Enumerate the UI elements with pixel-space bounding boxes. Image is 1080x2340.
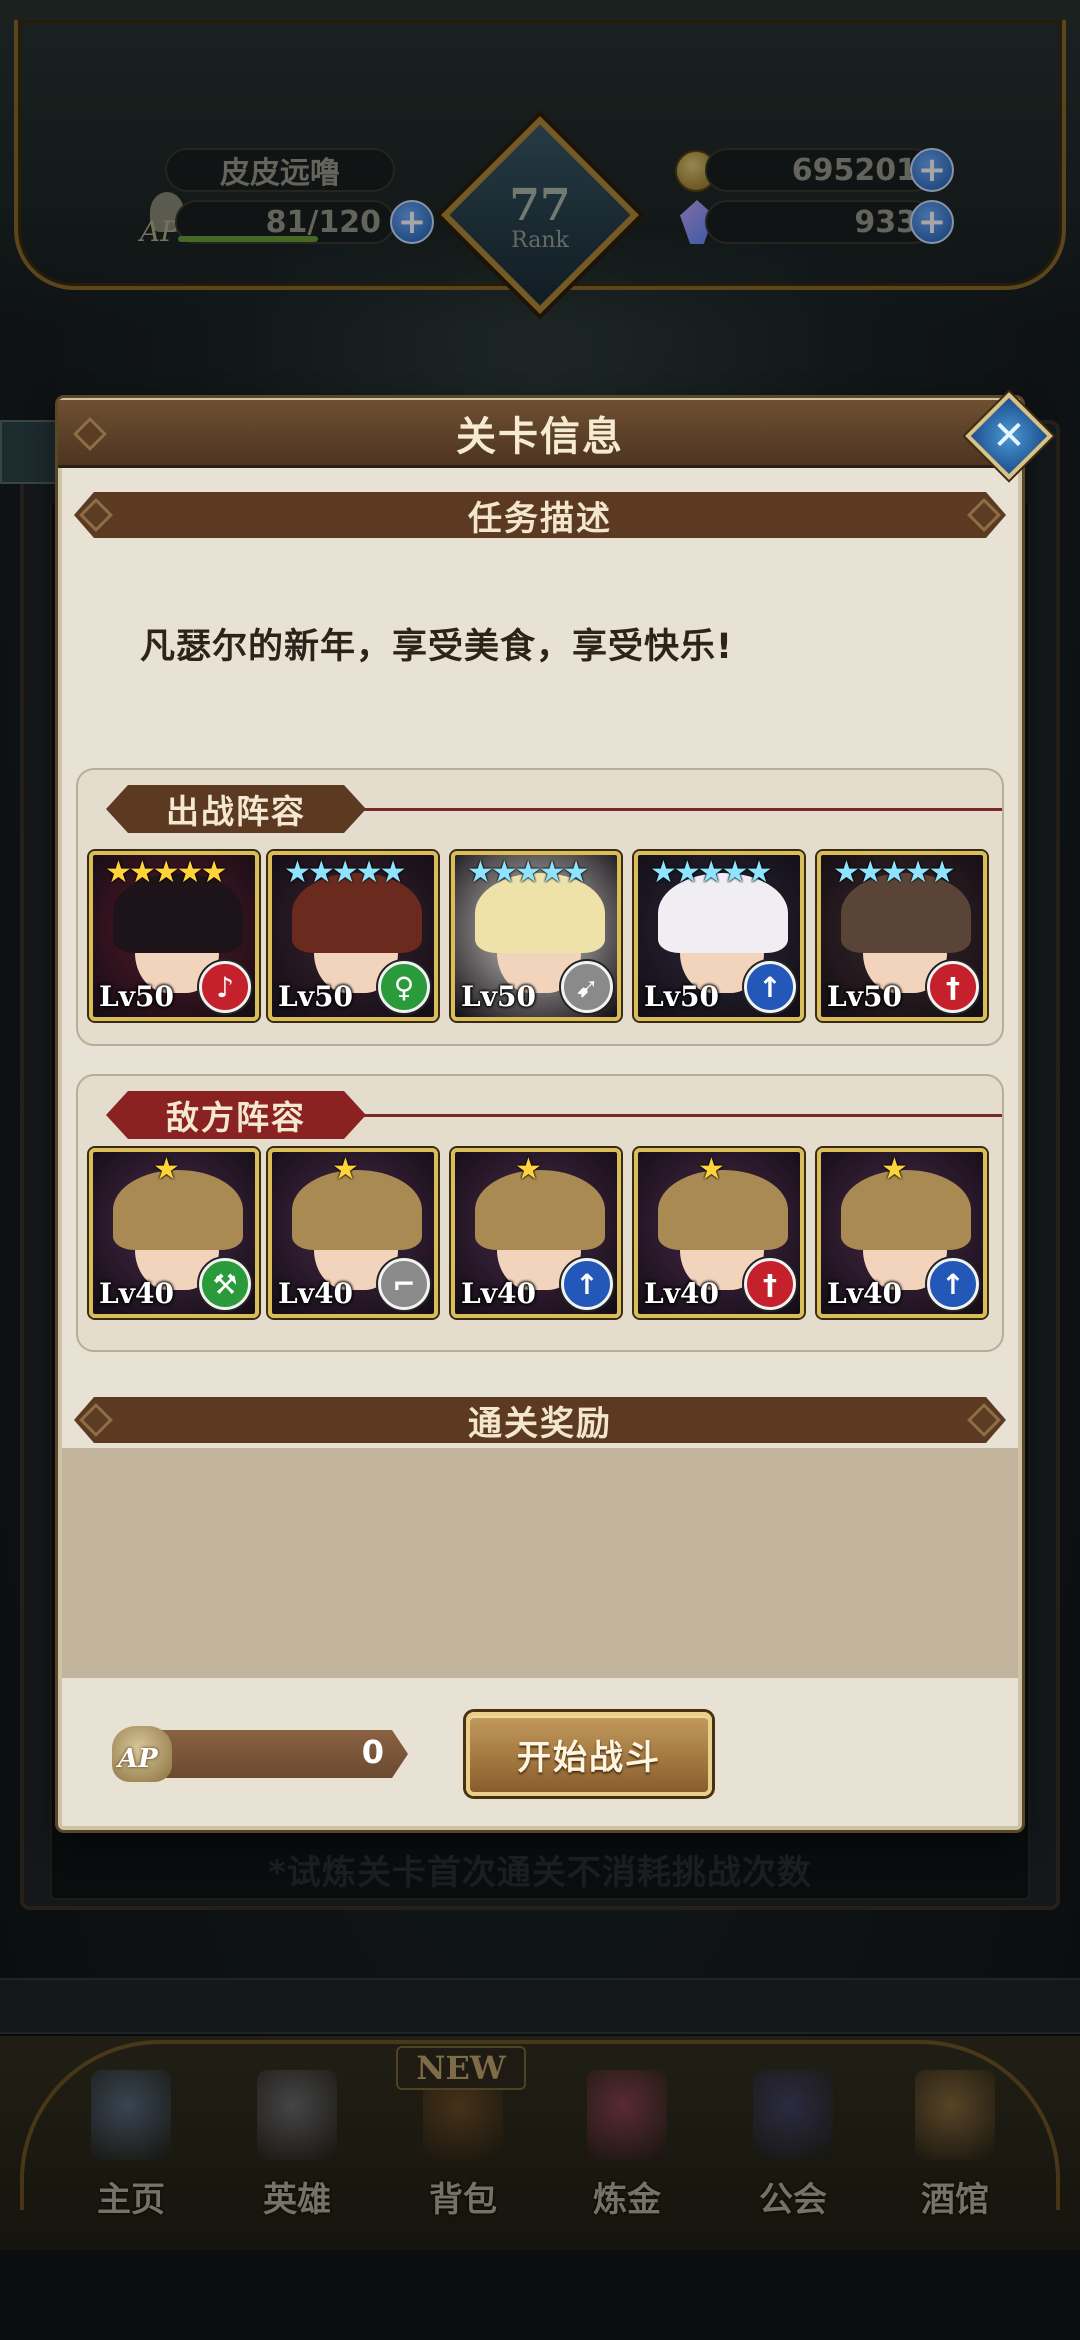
axe-icon: ⚒ [199,1258,251,1310]
enemy-hero-card[interactable]: ★ Lv40 † [634,1148,804,1318]
hero-hair [113,1170,243,1250]
mission-header: 任务描述 [74,492,1006,538]
trial-note: *试炼关卡首次通关不消耗挑战次数 [268,1853,812,1893]
ap-cost-label: AP [118,1744,158,1774]
spear-icon: ↑ [927,1258,979,1310]
sword-icon: † [744,1258,796,1310]
star-rating: ★ [881,1152,908,1187]
hero-level: Lv50 [827,980,902,1013]
ally-hero-card[interactable]: ★★★★★ Lv50 ➹ [451,851,621,1021]
star-rating: ★★★★★ [833,855,955,890]
reward-header: 通关奖励 [74,1397,1006,1443]
star-rating: ★ [515,1152,542,1187]
hero-level: Lv40 [278,1277,353,1310]
hero-hair [292,1170,422,1250]
ally-hero-card[interactable]: ★★★★★ Lv50 ♪ [89,851,259,1021]
star-rating: ★ [332,1152,359,1187]
dialog-title: 关卡信息 [58,400,1022,468]
dialog-title-text: 关卡信息 [456,413,624,460]
start-battle-label: 开始战斗 [517,1737,661,1778]
hero-level: Lv50 [99,980,174,1013]
reward-header-text: 通关奖励 [468,1403,612,1444]
hero-level: Lv50 [461,980,536,1013]
gun-icon: ⌐ [378,1258,430,1310]
star-rating: ★★★★★ [284,855,406,890]
mission-header-text: 任务描述 [468,498,612,539]
enemy-hero-card[interactable]: ★ Lv40 ↑ [451,1148,621,1318]
ally-lineup-header-text: 出战阵容 [166,792,306,831]
system-nav-bar [0,2250,1080,2340]
hero-hair [841,1170,971,1250]
hero-level: Lv40 [827,1277,902,1310]
star-rating: ★ [153,1152,180,1187]
close-icon[interactable]: ✕ [978,405,1040,467]
hero-hair [475,1170,605,1250]
bow-icon: ➹ [561,961,613,1013]
enemy-lineup-header-text: 敌方阵容 [166,1098,306,1137]
star-rating: ★★★★★ [105,855,227,890]
mission-description: 凡瑟尔的新年，享受美食，享受快乐! [140,627,733,667]
enemy-hero-card[interactable]: ★ Lv40 ↑ [817,1148,987,1318]
staff-icon: ♀ [378,961,430,1013]
hero-level: Lv40 [461,1277,536,1310]
star-rating: ★★★★★ [650,855,772,890]
hero-level: Lv40 [99,1277,174,1310]
ally-hero-card[interactable]: ★★★★★ Lv50 ♀ [268,851,438,1021]
spear-icon: ↑ [744,961,796,1013]
start-battle-button[interactable]: 开始战斗 [466,1712,712,1796]
ally-hero-card[interactable]: ★★★★★ Lv50 ↑ [634,851,804,1021]
star-rating: ★★★★★ [467,855,589,890]
hero-level: Lv50 [278,980,353,1013]
ally-lineup-header: 出战阵容 [106,785,366,833]
harp-icon: ♪ [199,961,251,1013]
enemy-lineup-header: 敌方阵容 [106,1091,366,1139]
star-rating: ★ [698,1152,725,1187]
spear-icon: ↑ [561,1258,613,1310]
enemy-hero-card[interactable]: ★ Lv40 ⌐ [268,1148,438,1318]
ally-hero-card[interactable]: ★★★★★ Lv50 † [817,851,987,1021]
enemy-hero-card[interactable]: ★ Lv40 ⚒ [89,1148,259,1318]
hero-hair [658,1170,788,1250]
hero-level: Lv50 [644,980,719,1013]
hero-level: Lv40 [644,1277,719,1310]
reward-list [62,1448,1018,1678]
sword-icon: † [927,961,979,1013]
